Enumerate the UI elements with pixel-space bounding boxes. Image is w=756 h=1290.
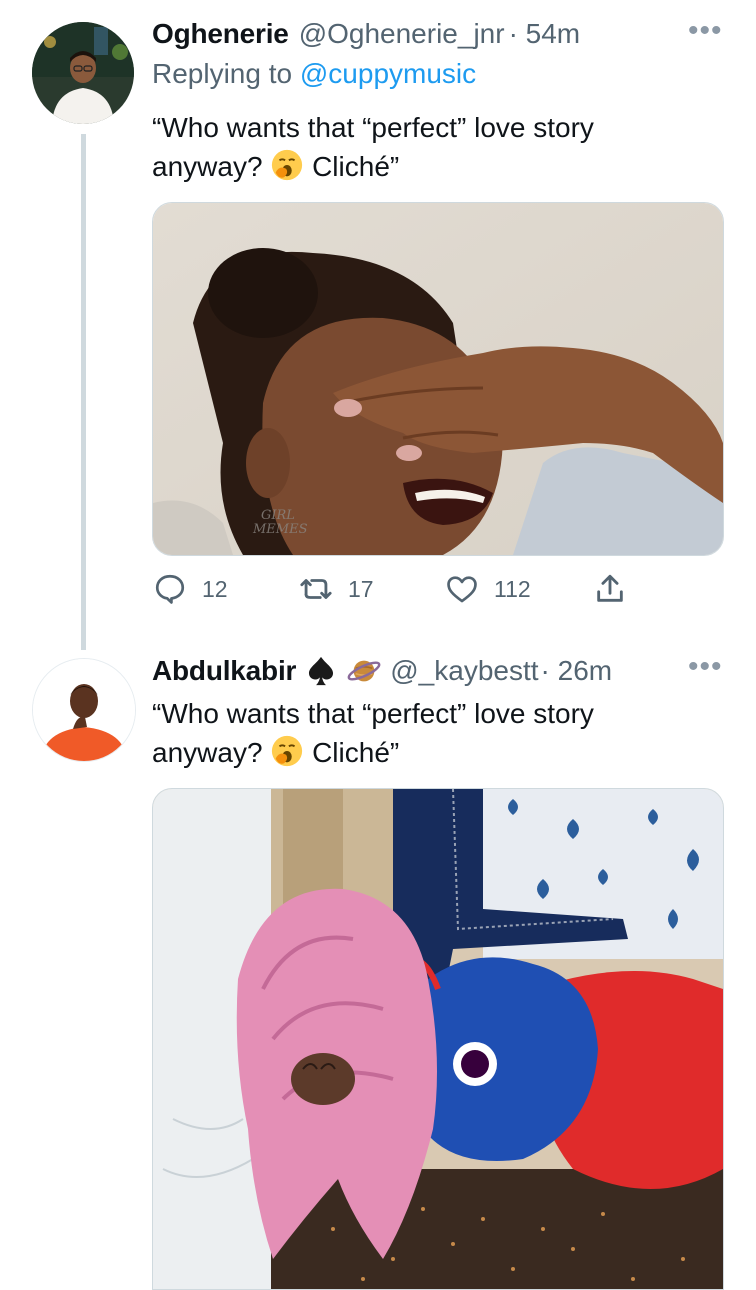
tweet-text-line-2: anyway? Cliché” — [152, 733, 732, 772]
tweet-text-line-1: “Who wants that “perfect” love story — [152, 112, 594, 143]
avatar-photo — [32, 22, 134, 124]
timestamp[interactable]: · 26m — [541, 655, 613, 687]
reply-icon — [155, 574, 185, 604]
user-handle[interactable]: @_kaybestt — [390, 655, 538, 687]
tweet-image: GIRL MEMES — [153, 203, 723, 555]
user-handle[interactable]: @Oghenerie_jnr — [299, 18, 505, 50]
tweet-image-pink-hair[interactable] — [152, 788, 724, 1290]
avatar-abdulkabir[interactable] — [32, 658, 136, 762]
yawning-face-icon — [272, 735, 303, 767]
share-button[interactable] — [592, 572, 628, 611]
image-watermark: GIRL — [261, 508, 295, 523]
tweet-text: “Who wants that “perfect” love story any… — [152, 108, 732, 186]
yawning-face-icon — [272, 149, 303, 181]
retweet-button[interactable]: 17 — [298, 572, 374, 606]
retweet-count: 17 — [348, 575, 374, 602]
svg-text:MEMES: MEMES — [252, 522, 308, 537]
tweet-image-crying-girl[interactable]: GIRL MEMES — [152, 202, 724, 556]
reply-button[interactable]: 12 — [152, 572, 228, 606]
tweet-text: “Who wants that “perfect” love story any… — [152, 694, 732, 772]
display-name[interactable]: Oghenerie — [152, 18, 289, 50]
display-name[interactable]: Abdulkabir — [152, 655, 296, 687]
like-count: 112 — [494, 575, 531, 602]
timestamp[interactable]: · 54m — [509, 18, 581, 50]
like-button[interactable]: 112 — [444, 572, 531, 606]
spade-icon — [309, 656, 334, 686]
tweet-text-line-2: anyway? Cliché” — [152, 147, 732, 186]
replying-to-link[interactable]: @cuppymusic — [300, 58, 476, 89]
more-icon[interactable]: ••• — [688, 650, 723, 684]
avatar-photo — [33, 659, 135, 761]
avatar-oghenerie[interactable] — [32, 22, 134, 124]
like-icon — [447, 576, 477, 603]
tweet-text-line-2b: Cliché” — [312, 151, 400, 182]
tweet-text-line-2a: anyway? — [152, 151, 263, 182]
replying-prefix: Replying to — [152, 58, 293, 89]
reply-count: 12 — [202, 575, 228, 602]
tweet-text-line-1: “Who wants that “perfect” love story — [152, 698, 594, 729]
tweet-image — [153, 789, 723, 1289]
replying-to-line: Replying to @cuppymusic — [152, 58, 476, 90]
tweet-text-line-2a: anyway? — [152, 737, 263, 768]
share-icon — [597, 574, 623, 602]
retweet-icon — [300, 579, 332, 599]
more-icon[interactable]: ••• — [688, 14, 723, 48]
planet-icon — [347, 660, 381, 682]
tweet-action-bar: 12 17 112 — [152, 570, 712, 610]
thread-connector — [81, 134, 86, 650]
tweet-text-line-2b: Cliché” — [312, 737, 400, 768]
